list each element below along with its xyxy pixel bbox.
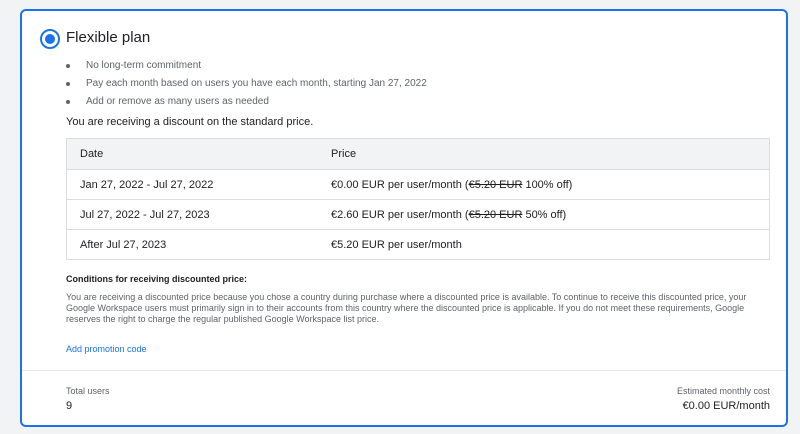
price-text: €5.20 EUR per user/month	[331, 238, 462, 251]
discount-note: You are receiving a discount on the stan…	[66, 116, 314, 128]
table-row: After Jul 27, 2023 €5.20 EUR per user/mo…	[66, 229, 770, 260]
row-price: €5.20 EUR per user/month	[318, 229, 770, 260]
feature-text: Add or remove as many users as needed	[86, 96, 269, 107]
table-row: Jan 27, 2022 - Jul 27, 2022 €0.00 EUR pe…	[66, 169, 770, 200]
total-users-label: Total users	[66, 386, 110, 396]
column-header-date: Date	[66, 138, 318, 170]
row-date: After Jul 27, 2023	[66, 229, 318, 260]
original-price: €5.20 EUR	[468, 178, 523, 191]
estimated-cost-label: Estimated monthly cost	[676, 386, 770, 396]
price-text: €2.60 EUR per user/month (	[331, 208, 469, 221]
price-text: €0.00 EUR per user/month (	[331, 178, 469, 191]
original-price: €5.20 EUR	[468, 208, 523, 221]
table-row: Jul 27, 2022 - Jul 27, 2023 €2.60 EUR pe…	[66, 199, 770, 230]
plan-radio-button[interactable]	[40, 29, 60, 49]
row-date: Jul 27, 2022 - Jul 27, 2023	[66, 199, 318, 230]
row-date: Jan 27, 2022 - Jul 27, 2022	[66, 169, 318, 200]
row-price: €0.00 EUR per user/month (€5.20 EUR 100%…	[318, 169, 770, 200]
column-header-price: Price	[318, 138, 770, 170]
plan-features-list: No long-term commitment Pay each month b…	[66, 57, 427, 111]
feature-text: No long-term commitment	[86, 60, 202, 71]
pricing-table: Date Price Jan 27, 2022 - Jul 27, 2022 €…	[66, 138, 770, 260]
conditions-title: Conditions for receiving discounted pric…	[66, 274, 248, 284]
discount-suffix: 50% off)	[522, 208, 567, 221]
conditions-text: You are receiving a discounted price bec…	[66, 292, 747, 324]
feature-item: No long-term commitment	[66, 57, 427, 75]
estimated-cost-value: €0.00 EUR/month	[682, 400, 770, 412]
row-price: €2.60 EUR per user/month (€5.20 EUR 50% …	[318, 199, 770, 230]
bullet-icon	[66, 82, 70, 86]
plan-title: Flexible plan	[66, 29, 151, 46]
feature-item: Pay each month based on users you have e…	[66, 75, 427, 93]
discount-suffix: 100% off)	[522, 178, 573, 191]
radio-selected-dot	[45, 34, 55, 44]
table-header-row: Date Price	[66, 138, 770, 170]
add-promotion-code-link[interactable]: Add promotion code	[66, 344, 147, 354]
bullet-icon	[66, 100, 70, 104]
bullet-icon	[66, 64, 70, 68]
feature-item: Add or remove as many users as needed	[66, 93, 427, 111]
total-users-value: 9	[66, 400, 73, 412]
flexible-plan-card[interactable]: Flexible plan No long-term commitment Pa…	[20, 9, 788, 427]
footer-divider	[22, 370, 786, 371]
feature-text: Pay each month based on users you have e…	[86, 78, 427, 89]
